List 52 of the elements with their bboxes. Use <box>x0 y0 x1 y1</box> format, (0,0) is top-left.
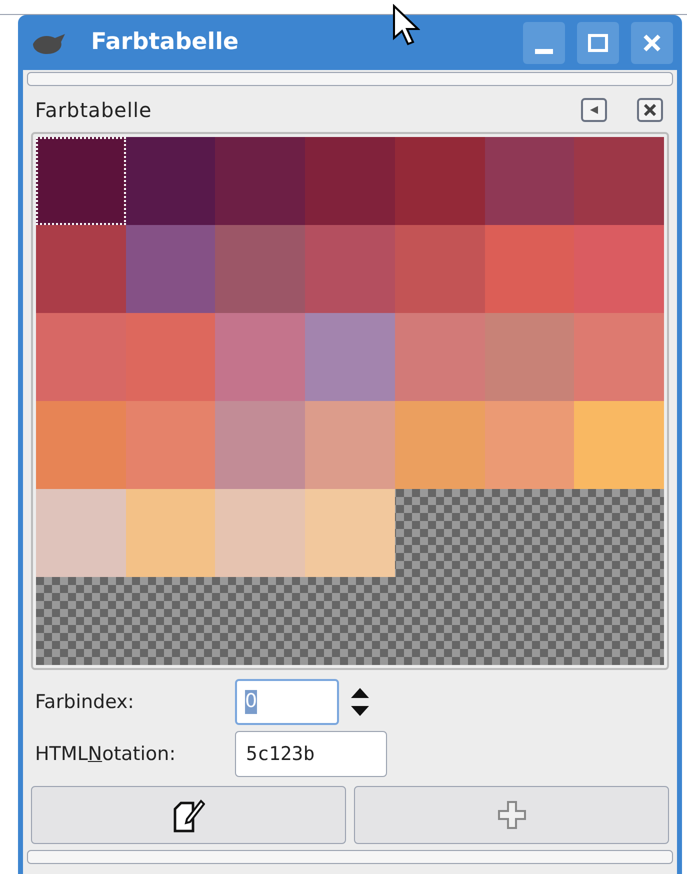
minimize-button[interactable] <box>523 22 565 64</box>
color-swatch[interactable] <box>36 401 126 489</box>
color-swatch[interactable] <box>36 313 126 401</box>
color-swatch[interactable] <box>126 137 216 225</box>
color-swatch[interactable] <box>305 225 395 313</box>
color-swatch[interactable] <box>484 313 574 401</box>
spinner-icon[interactable] <box>349 686 371 718</box>
color-swatch[interactable] <box>574 401 664 489</box>
color-swatch[interactable] <box>215 137 306 225</box>
close-icon <box>644 104 656 116</box>
close-panel-button[interactable] <box>637 98 663 122</box>
close-button[interactable] <box>631 22 673 64</box>
color-swatch[interactable] <box>394 225 485 313</box>
color-swatch[interactable] <box>36 137 126 225</box>
tab-menu-button[interactable] <box>581 98 607 122</box>
edit-icon <box>172 797 204 833</box>
color-swatch[interactable] <box>215 401 306 489</box>
color-swatch[interactable] <box>484 401 574 489</box>
panel-title: Farbtabelle <box>35 97 152 124</box>
color-swatch[interactable] <box>574 137 664 225</box>
maximize-button[interactable] <box>577 22 619 64</box>
window-title: Farbtabelle <box>91 28 239 58</box>
color-swatch[interactable] <box>126 489 216 577</box>
left-arrow-icon <box>589 105 599 115</box>
color-swatch[interactable] <box>36 225 126 313</box>
maximize-icon <box>588 34 608 52</box>
field-label: Farbindex: <box>35 690 136 715</box>
color-swatch[interactable] <box>305 137 395 225</box>
close-icon <box>643 34 661 52</box>
color-swatch[interactable] <box>36 489 126 577</box>
color-swatch[interactable] <box>574 225 664 313</box>
color-swatch[interactable] <box>126 401 216 489</box>
field-label: HTMLNotation: <box>35 742 177 767</box>
color-swatch[interactable] <box>126 313 216 401</box>
edit-button[interactable] <box>31 786 346 844</box>
hex-field[interactable]: 5c123b <box>235 731 387 777</box>
color-swatch[interactable] <box>215 225 306 313</box>
color-swatch[interactable] <box>484 225 574 313</box>
cursor-icon <box>392 4 420 46</box>
color-swatch[interactable] <box>394 313 485 401</box>
color-swatch[interactable] <box>215 489 306 577</box>
plus-icon <box>496 800 526 830</box>
color-swatch[interactable] <box>215 313 306 401</box>
color-swatch[interactable] <box>394 401 485 489</box>
color-swatch[interactable] <box>305 313 395 401</box>
color-swatch[interactable] <box>484 137 574 225</box>
color-swatch[interactable] <box>394 137 485 225</box>
color-swatch[interactable] <box>305 489 395 577</box>
color-swatch[interactable] <box>574 313 664 401</box>
color-swatch[interactable] <box>305 401 395 489</box>
color-swatch[interactable] <box>126 225 216 313</box>
minimize-icon <box>535 48 553 54</box>
